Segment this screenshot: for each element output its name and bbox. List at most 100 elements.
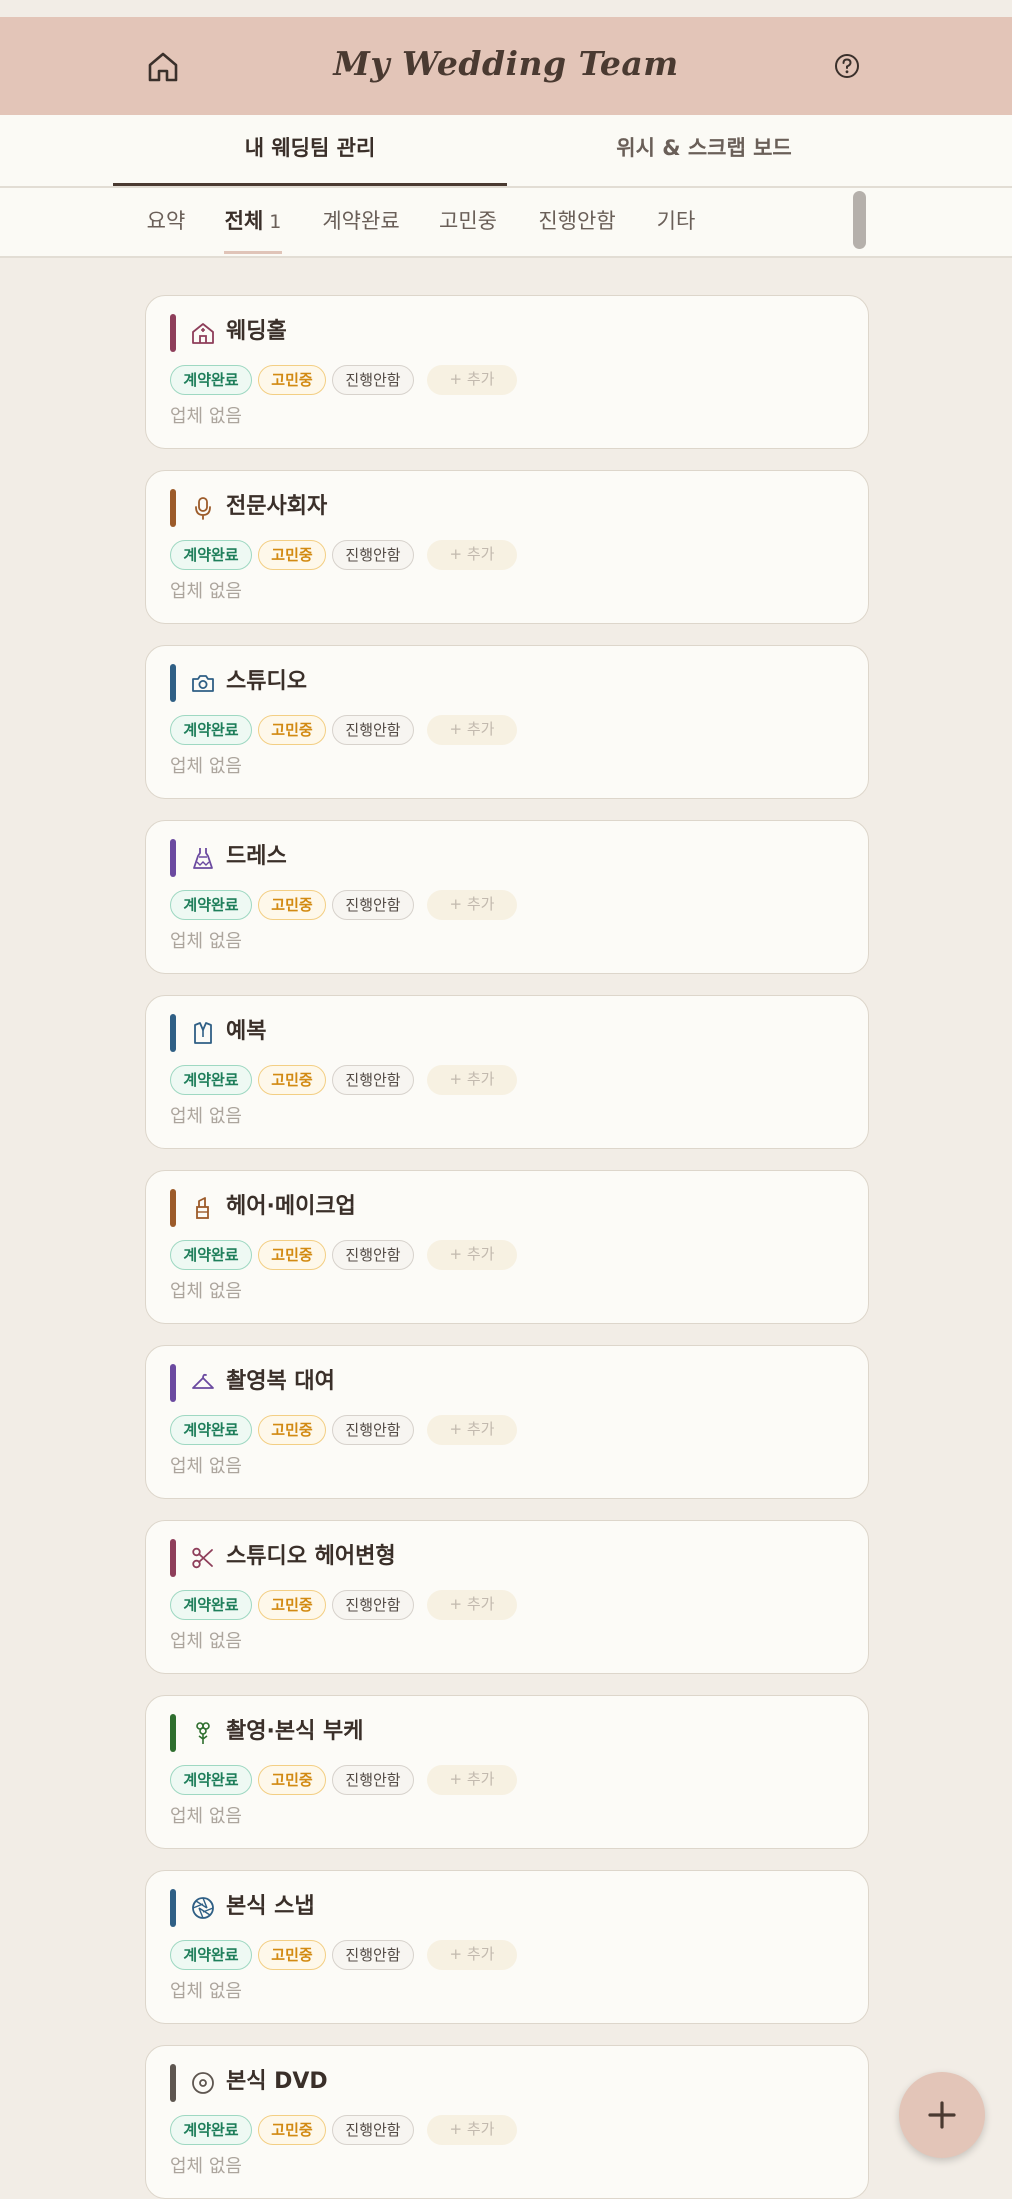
chip-contracted[interactable]: 계약완료 <box>170 365 252 395</box>
app-header: My Wedding Team <box>0 17 1012 115</box>
category-card[interactable]: 촬영·본식 부케 계약완료 고민중 진행안함 + 추가 업체 없음 <box>145 1695 869 1849</box>
chip-not-proceeding[interactable]: 진행안함 <box>332 1065 414 1095</box>
empty-vendor-text: 업체 없음 <box>170 2156 242 2177</box>
chip-considering[interactable]: 고민중 <box>258 715 326 745</box>
tab-all-label: 전체 <box>224 209 264 233</box>
tab-my-wedding-team[interactable]: 내 웨딩팀 관리 <box>113 115 507 186</box>
category-card[interactable]: 스튜디오 계약완료 고민중 진행안함 + 추가 업체 없음 <box>145 645 869 799</box>
chip-not-proceeding[interactable]: 진행안함 <box>332 1415 414 1445</box>
chip-considering[interactable]: 고민중 <box>258 365 326 395</box>
chip-not-proceeding[interactable]: 진행안함 <box>332 890 414 920</box>
chip-contracted[interactable]: 계약완료 <box>170 1590 252 1620</box>
category-title: 본식 DVD <box>226 2069 328 2094</box>
category-card[interactable]: 헤어·메이크업 계약완료 고민중 진행안함 + 추가 업체 없음 <box>145 1170 869 1324</box>
empty-vendor-text: 업체 없음 <box>170 1106 242 1127</box>
chip-not-proceeding[interactable]: 진행안함 <box>332 1590 414 1620</box>
chip-contracted[interactable]: 계약완료 <box>170 715 252 745</box>
chip-considering[interactable]: 고민중 <box>258 890 326 920</box>
lipstick-icon <box>196 1197 209 1219</box>
category-title: 웨딩홀 <box>226 319 287 344</box>
microphone-icon <box>195 497 211 520</box>
empty-vendor-text: 업체 없음 <box>170 1281 242 1302</box>
chip-not-proceeding[interactable]: 진행안함 <box>332 2115 414 2145</box>
category-title: 촬영복 대여 <box>226 1369 335 1394</box>
chip-add[interactable]: + 추가 <box>427 1940 517 1970</box>
category-card[interactable]: 드레스계약완료 고민중 진행안함 + 추가업체 없음 <box>145 820 869 974</box>
empty-vendor-text: 업체 없음 <box>170 406 242 427</box>
chip-contracted[interactable]: 계약완료 <box>170 1415 252 1445</box>
chip-not-proceeding[interactable]: 진행안함 <box>332 1765 414 1795</box>
chip-add[interactable]: + 추가 <box>427 2115 517 2145</box>
chip-contracted[interactable]: 계약완료 <box>170 1240 252 1270</box>
category-color-bar <box>170 1014 176 1052</box>
category-color-bar <box>170 1364 176 1402</box>
chip-contracted[interactable]: 계약완료 <box>170 2115 252 2145</box>
chip-not-proceeding[interactable]: 진행안함 <box>332 365 414 395</box>
category-title: 스튜디오 헤어변형 <box>226 1544 396 1569</box>
category-card[interactable]: 웨딩홀계약완료 고민중 진행안함 + 추가업체 없음 <box>145 295 869 449</box>
chip-not-proceeding[interactable]: 진행안함 <box>332 540 414 570</box>
chip-add[interactable]: + 추가 <box>427 1765 517 1795</box>
chip-add[interactable]: + 추가 <box>427 540 517 570</box>
chip-considering[interactable]: 고민중 <box>258 1940 326 1970</box>
chip-considering[interactable]: 고민중 <box>258 2115 326 2145</box>
category-title: 드레스 <box>226 844 287 869</box>
tab-summary[interactable]: 요약 <box>146 188 186 254</box>
tab-contracted[interactable]: 계약완료 <box>321 188 401 254</box>
category-card[interactable]: 전문사회자계약완료 고민중 진행안함 + 추가업체 없음 <box>145 470 869 624</box>
chip-add[interactable]: + 추가 <box>427 890 517 920</box>
chip-add[interactable]: + 추가 <box>427 715 517 745</box>
chip-not-proceeding[interactable]: 진행안함 <box>332 1940 414 1970</box>
chip-add[interactable]: + 추가 <box>427 365 517 395</box>
category-color-bar <box>170 664 176 702</box>
chip-contracted[interactable]: 계약완료 <box>170 1065 252 1095</box>
flower-icon <box>196 1722 210 1744</box>
category-color-bar <box>170 1189 176 1227</box>
scissors-icon <box>192 1547 213 1569</box>
empty-vendor-text: 업체 없음 <box>170 1981 242 2002</box>
chip-not-proceeding[interactable]: 진행안함 <box>332 715 414 745</box>
empty-vendor-text: 업체 없음 <box>170 931 242 952</box>
add-vendor-fab[interactable] <box>899 2072 985 2158</box>
category-card[interactable]: 촬영복 대여 계약완료 고민중 진행안함 + 추가 업체 없음 <box>145 1345 869 1499</box>
status-bar-area <box>0 0 1012 17</box>
chip-considering[interactable]: 고민중 <box>258 1590 326 1620</box>
category-color-bar <box>170 489 176 527</box>
category-card[interactable]: 예복 계약완료 고민중 진행안함 + 추가 업체 없음 <box>145 995 869 1149</box>
category-color-bar <box>170 2064 176 2102</box>
tab-wish-scrap-board[interactable]: 위시 & 스크랩 보드 <box>507 115 901 186</box>
chip-considering[interactable]: 고민중 <box>258 1240 326 1270</box>
chip-considering[interactable]: 고민중 <box>258 1765 326 1795</box>
dress-icon <box>193 848 213 869</box>
camera-icon <box>192 675 214 692</box>
category-color-bar <box>170 1889 176 1927</box>
chip-contracted[interactable]: 계약완료 <box>170 1765 252 1795</box>
suit-icon <box>194 1022 212 1044</box>
tab-considering[interactable]: 고민중 <box>438 188 498 254</box>
tabs-scrollbar[interactable] <box>853 191 866 249</box>
chip-add[interactable]: + 추가 <box>427 1590 517 1620</box>
help-button[interactable] <box>833 52 861 80</box>
chip-contracted[interactable]: 계약완료 <box>170 890 252 920</box>
filter-tab-bar: 요약 전체 1 계약완료 고민중 진행안함 기타 <box>0 188 1012 258</box>
empty-vendor-text: 업체 없음 <box>170 1806 242 1827</box>
chip-considering[interactable]: 고민중 <box>258 1415 326 1445</box>
chip-considering[interactable]: 고민중 <box>258 1065 326 1095</box>
tab-not-proceeding[interactable]: 진행안함 <box>537 188 617 254</box>
building-icon <box>192 323 214 344</box>
chip-add[interactable]: + 추가 <box>427 1240 517 1270</box>
chip-considering[interactable]: 고민중 <box>258 540 326 570</box>
category-color-bar <box>170 314 176 352</box>
category-card[interactable]: 본식 스냅 계약완료 고민중 진행안함 + 추가 업체 없음 <box>145 1870 869 2024</box>
tab-etc[interactable]: 기타 <box>656 188 696 254</box>
category-card[interactable]: 스튜디오 헤어변형 계약완료 고민중 진행안함 + 추가 업체 없음 <box>145 1520 869 1674</box>
empty-vendor-text: 업체 없음 <box>170 581 242 602</box>
chip-add[interactable]: + 추가 <box>427 1415 517 1445</box>
chip-contracted[interactable]: 계약완료 <box>170 1940 252 1970</box>
chip-add[interactable]: + 추가 <box>427 1065 517 1095</box>
tab-all[interactable]: 전체 1 <box>224 188 282 254</box>
category-card[interactable]: 본식 DVD 계약완료 고민중 진행안함 + 추가업체 없음 <box>145 2045 869 2199</box>
chip-not-proceeding[interactable]: 진행안함 <box>332 1240 414 1270</box>
chip-contracted[interactable]: 계약완료 <box>170 540 252 570</box>
category-title: 전문사회자 <box>226 494 328 519</box>
